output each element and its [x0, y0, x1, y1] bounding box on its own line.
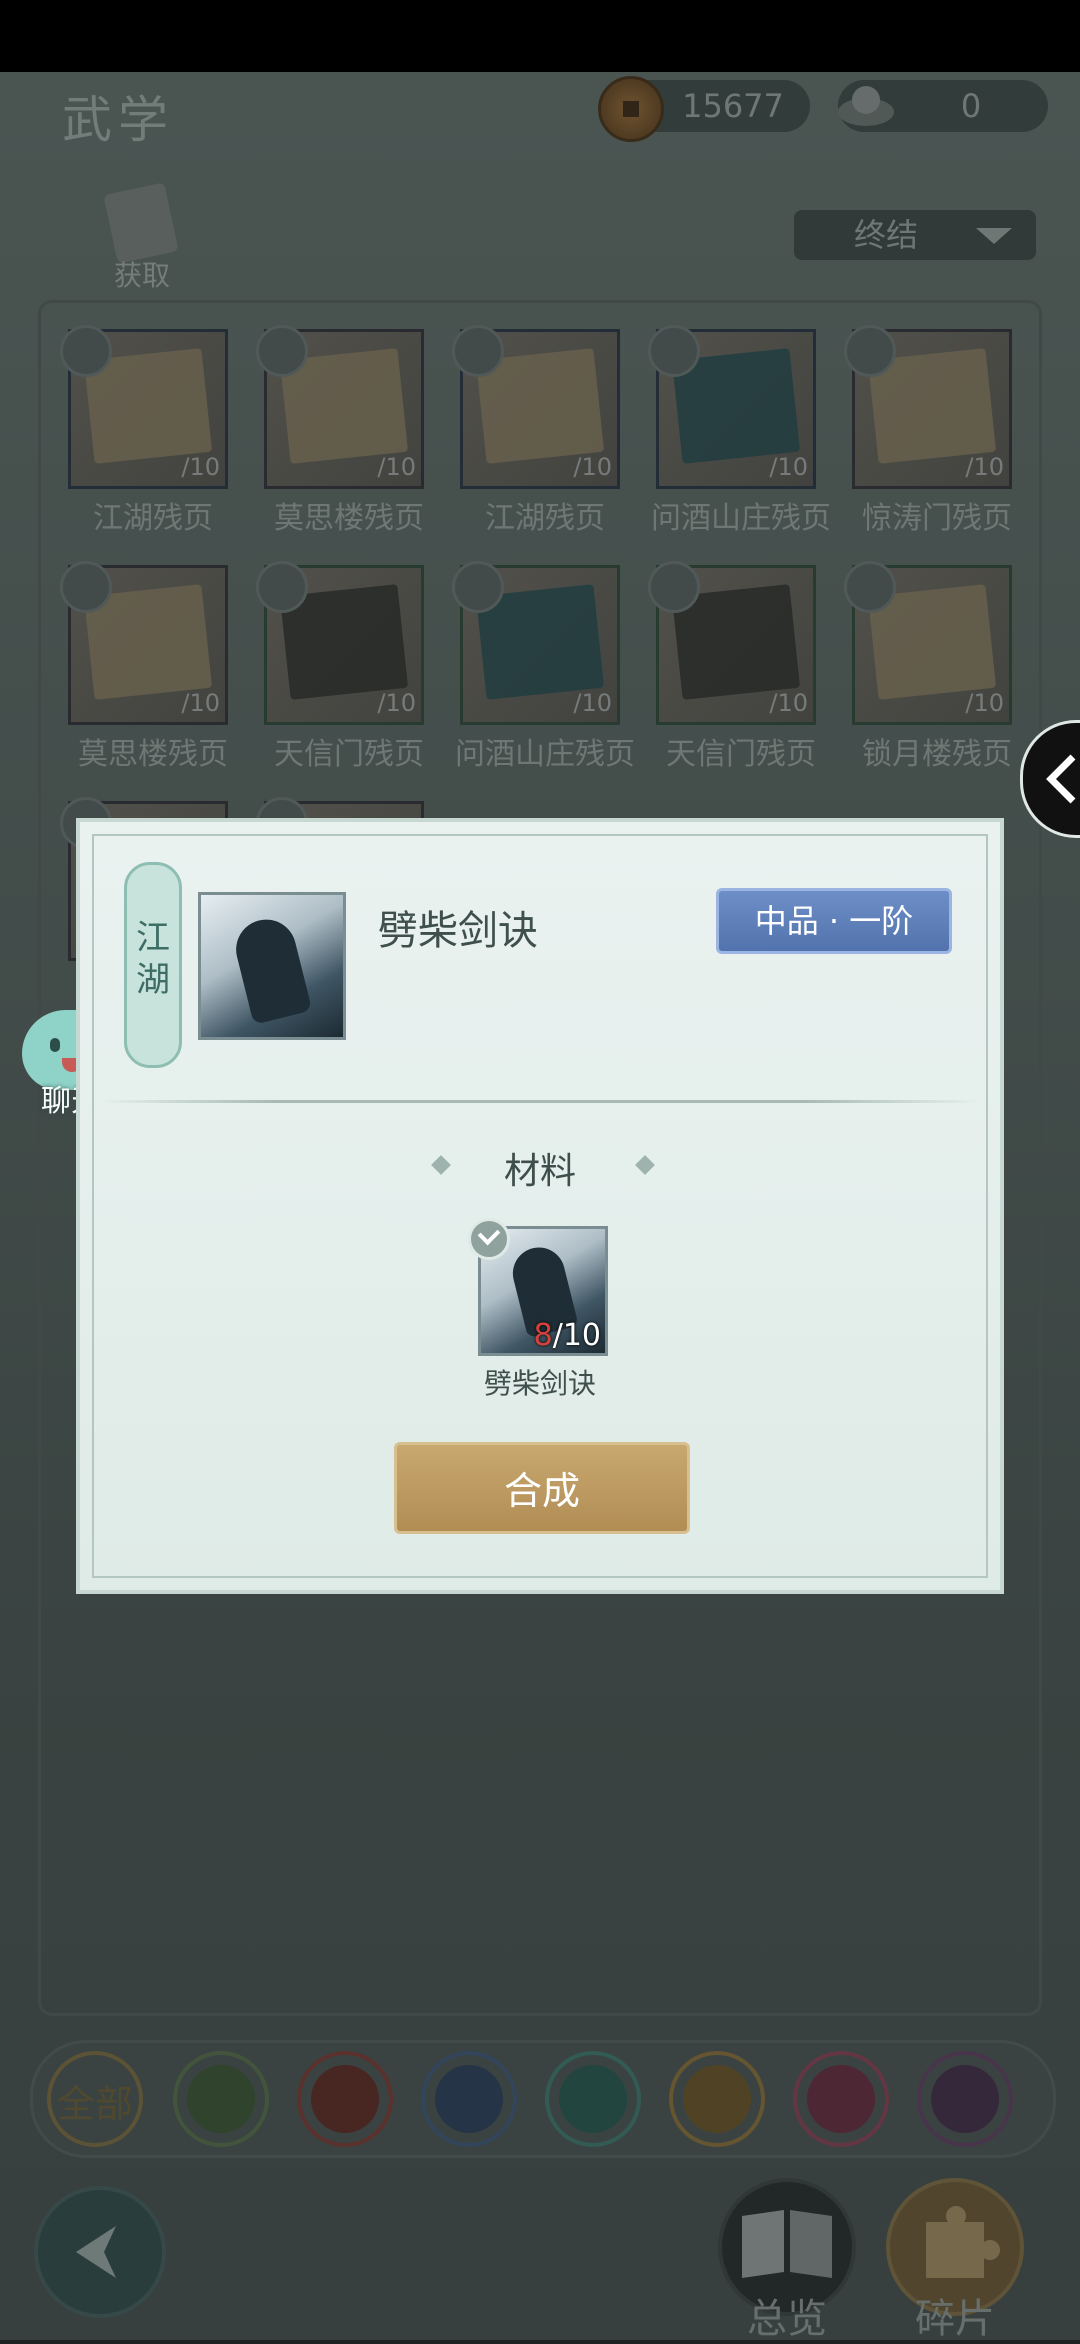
skill-portrait — [198, 892, 346, 1040]
category-tag-text: 江湖 — [136, 918, 170, 1000]
synthesize-button[interactable]: 合成 — [394, 1442, 690, 1534]
chevron-left-icon — [1046, 754, 1076, 804]
category-tag: 江湖 — [124, 862, 182, 1068]
skill-name: 劈柴剑诀 — [378, 908, 538, 954]
materials-title: 材料 — [503, 1151, 576, 1192]
grade-badge: 中品 · 一阶 — [716, 888, 952, 954]
check-badge-icon — [468, 1218, 510, 1260]
synthesis-dialog: 江湖 劈柴剑诀 中品 · 一阶 材料 8/10 劈柴剑诀 合成 — [76, 818, 1004, 1594]
material-count: 8/10 — [533, 1318, 601, 1353]
status-bar — [0, 0, 1080, 72]
material-name: 劈柴剑诀 — [483, 1367, 596, 1400]
divider — [100, 1100, 980, 1103]
